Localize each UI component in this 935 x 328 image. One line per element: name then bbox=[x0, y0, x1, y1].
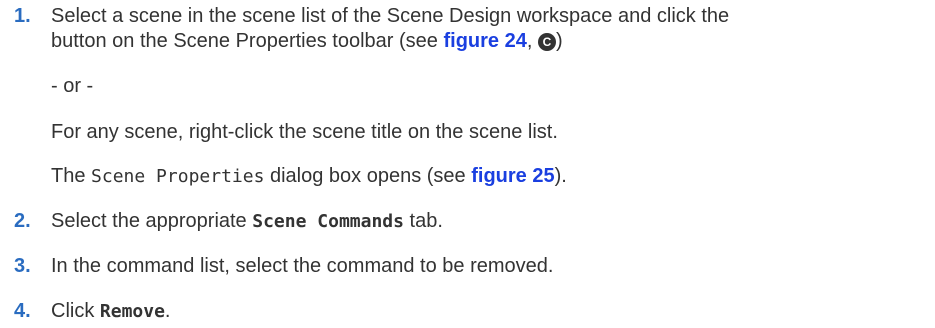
text-segment: . bbox=[164, 300, 171, 322]
dialog-name: Scene Properties bbox=[91, 166, 265, 187]
step-text: In the command list, select the command … bbox=[51, 255, 554, 277]
text-segment: Click bbox=[51, 300, 100, 322]
alternative-instruction: For any scene, right-click the scene tit… bbox=[51, 121, 558, 143]
text-segment: ) bbox=[555, 30, 563, 52]
step-1-line-2: button on the Scene Properties toolbar (… bbox=[51, 29, 563, 53]
step-number: 3. bbox=[14, 255, 31, 277]
step-1-result: The Scene Properties dialog box opens (s… bbox=[51, 164, 567, 189]
or-separator: - or - bbox=[51, 75, 94, 97]
figure-24-link[interactable]: figure 24 bbox=[443, 30, 526, 52]
text-segment: button on the Scene Properties toolbar (… bbox=[51, 30, 444, 52]
text-segment: tab. bbox=[403, 210, 443, 232]
instruction-page: 1. Select a scene in the scene list of t… bbox=[0, 0, 935, 328]
tab-name: Scene Commands bbox=[252, 211, 404, 232]
text-segment: Select the appropriate bbox=[51, 210, 253, 232]
step-number: 2. bbox=[14, 210, 31, 232]
text-segment: The bbox=[51, 165, 92, 187]
button-name: Remove bbox=[99, 301, 165, 322]
text-segment: dialog box opens (see bbox=[264, 165, 472, 187]
callout-c-icon: C bbox=[537, 33, 556, 51]
step-text: Select the appropriate Scene Commands ta… bbox=[51, 209, 443, 234]
step-text-line-1: Select a scene in the scene list of the … bbox=[51, 5, 730, 27]
text-segment: ). bbox=[554, 165, 567, 187]
figure-25-link[interactable]: figure 25 bbox=[471, 165, 554, 187]
step-number: 4. bbox=[14, 300, 31, 322]
step-text: Click Remove. bbox=[51, 299, 170, 324]
text-segment: , bbox=[526, 30, 538, 52]
step-number: 1. bbox=[14, 5, 31, 27]
